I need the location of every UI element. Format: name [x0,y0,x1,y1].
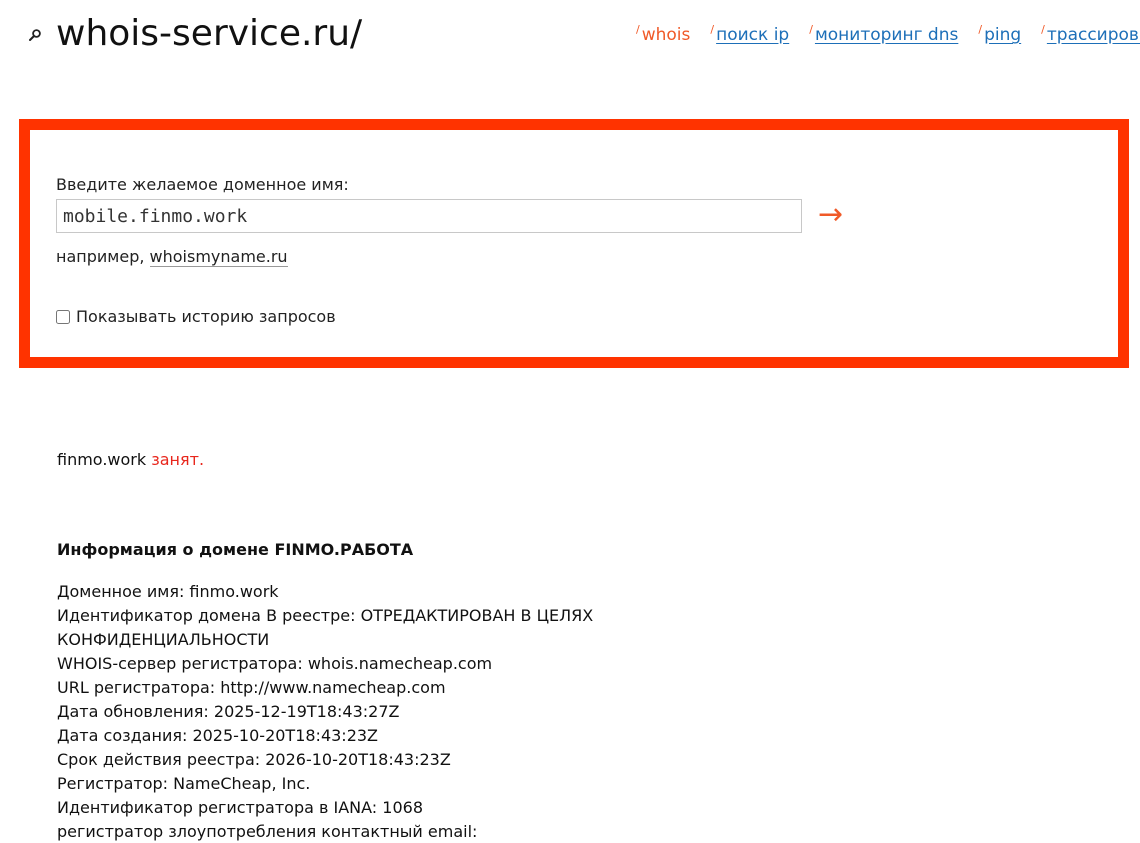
page: whois-service.ru/ / whois / поиск ip / м… [0,0,1140,843]
info-line: регистратор злоупотребления контактный e… [57,822,478,841]
history-checkbox[interactable] [56,310,70,324]
domain-input[interactable] [56,199,802,233]
history-label: Показывать историю запросов [76,307,336,326]
search-icon[interactable] [28,28,42,42]
nav-slash: / [1041,23,1045,36]
nav-slash: / [809,23,813,36]
nav-link-whois[interactable]: whois [642,20,691,50]
nav-slash: / [636,23,640,36]
info-line: Доменное имя: finmo.work [57,582,279,601]
domain-search-form: Введите желаемое доменное имя: → наприме… [19,119,1129,368]
info-line: Регистратор: NameCheap, Inc. [57,774,311,793]
info-line: Срок действия реестра: 2026-10-20T18:43:… [57,750,451,769]
history-toggle[interactable]: Показывать историю запросов [56,306,336,328]
site-logo[interactable]: whois-service.ru/ [56,10,362,58]
arrow-right-icon[interactable]: → [818,198,843,232]
info-line: Идентификатор регистратора в IANA: 1068 [57,798,423,817]
domain-status: finmo.work занят. [57,449,204,471]
nav-slash: / [978,23,983,36]
nav-link-traceroute[interactable]: трассировка [1047,20,1140,50]
main-nav: / whois / поиск ip / мониторинг dns / pi… [636,20,1140,50]
nav-item-whois: / whois [636,20,690,50]
domain-info-list: Доменное имя: finmo.work Идентификатор д… [57,580,627,843]
info-line: URL регистратора: http://www.namecheap.c… [57,678,446,697]
info-line: Идентификатор домена В реестре: ОТРЕДАКТ… [57,606,594,649]
nav-item-traceroute: / трассировка [1041,20,1140,50]
info-line: Дата обновления: 2025-12-19T18:43:27Z [57,702,400,721]
example-domain-link[interactable]: whoismyname.ru [149,247,288,267]
nav-slash: / [710,23,715,36]
nav-link-ping[interactable]: ping [984,20,1021,50]
info-line: Дата создания: 2025-10-20T18:43:23Z [57,726,379,745]
nav-link-dns-monitoring[interactable]: мониторинг dns [815,20,958,50]
nav-item-ip-lookup: / поиск ip [710,20,789,50]
nav-item-ping: / ping [978,20,1021,50]
example-prefix: например, [56,247,145,266]
info-line: WHOIS-сервер регистратора: whois.nameche… [57,654,493,673]
nav-link-ip-lookup[interactable]: поиск ip [716,20,789,50]
domain-info-heading: Информация о домене FINMO.РАБОТА [57,540,414,559]
result-domain: finmo.work [57,450,147,469]
example-hint: например, whoismyname.ru [56,246,288,268]
domain-input-label: Введите желаемое доменное имя: [56,175,349,194]
status-badge: занят. [151,450,205,469]
nav-item-dns-monitoring: / мониторинг dns [809,20,958,50]
